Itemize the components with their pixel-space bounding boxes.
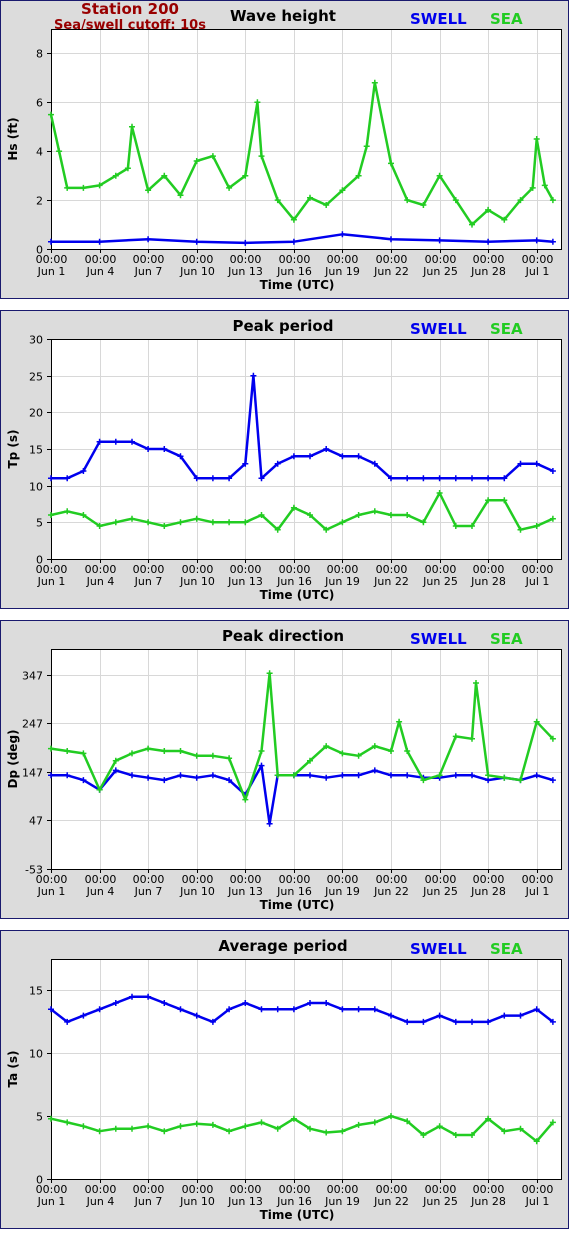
x-tick-date-label: Jun 13 — [227, 1195, 263, 1208]
x-tick-date-label: Jun 1 — [37, 575, 66, 588]
x-tick-date-label: Jun 10 — [179, 885, 215, 898]
average-period-chart: 05101500:00Jun 100:00Jun 400:00Jun 700:0… — [0, 930, 569, 1229]
y-tick-label: 8 — [36, 48, 43, 61]
x-tick-date-label: Jun 25 — [422, 1195, 458, 1208]
x-tick-date-label: Jun 4 — [86, 885, 115, 898]
y-tick-label: 147 — [22, 767, 43, 780]
x-tick-date-label: Jun 4 — [86, 265, 115, 278]
plot-area — [51, 959, 562, 1180]
x-tick-date-label: Jul 1 — [525, 575, 550, 588]
chart-title: Peak direction — [222, 627, 344, 645]
station-label: Station 200 — [81, 0, 179, 18]
y-axis-label: Hs (ft) — [6, 117, 20, 160]
x-tick-date-label: Jun 13 — [227, 885, 263, 898]
y-axis-label: Dp (deg) — [6, 729, 20, 788]
legend-sea: SEA — [490, 320, 523, 338]
y-tick-label: 5 — [36, 1111, 43, 1124]
y-tick-label: 15 — [29, 444, 43, 457]
chart-title: Average period — [218, 937, 347, 955]
x-tick-date-label: Jun 7 — [134, 885, 163, 898]
x-tick-date-label: Jul 1 — [525, 1195, 550, 1208]
x-tick-date-label: Jun 1 — [37, 265, 66, 278]
y-tick-label: 15 — [29, 985, 43, 998]
x-tick-date-label: Jun 25 — [422, 575, 458, 588]
y-tick-label: 25 — [29, 371, 43, 384]
peak-period-panel: 0 5 10 15 20 25 30 00:00 Jun 1 00:00 Jun 4 00:00 Jun… — [0, 310, 570, 610]
chart-title: Wave height — [230, 7, 336, 25]
x-tick-date-label: Jun 28 — [470, 885, 506, 898]
peak-direction-chart: -534714724734700:00Jun 100:00Jun 400:00J… — [0, 620, 569, 919]
x-tick-date-label: Jun 1 — [37, 885, 66, 898]
x-tick-date-label: Jun 4 — [86, 1195, 115, 1208]
legend-sea: SEA — [490, 940, 523, 958]
x-tick-date-label: Jun 28 — [470, 265, 506, 278]
x-tick-date-label: Jun 28 — [470, 575, 506, 588]
plot-area — [51, 29, 562, 250]
x-tick-date-label: Jun 7 — [134, 1195, 163, 1208]
y-tick-label: 5 — [36, 517, 43, 530]
legend-sea: SEA — [490, 630, 523, 648]
x-tick-date-label: Jun 25 — [422, 265, 458, 278]
y-tick-label: 10 — [29, 1048, 43, 1061]
legend-swell: SWELL — [410, 940, 467, 958]
y-tick-label: 2 — [36, 195, 43, 208]
x-axis-label: Time (UTC) — [260, 1208, 335, 1222]
x-tick-date-label: Jun 28 — [470, 1195, 506, 1208]
x-tick-date-label: Jun 16 — [276, 885, 312, 898]
y-tick-label: 30 — [29, 334, 43, 347]
legend-swell: SWELL — [410, 630, 467, 648]
y-tick-label: 47 — [29, 815, 43, 828]
x-tick-date-label: Jun 22 — [373, 885, 409, 898]
x-tick-date-label: Jun 22 — [373, 575, 409, 588]
x-tick-date-label: Jun 19 — [324, 575, 360, 588]
x-tick-date-label: Jun 13 — [227, 575, 263, 588]
legend-sea: SEA — [490, 10, 523, 28]
x-tick-date-label: Jun 16 — [276, 265, 312, 278]
y-tick-label: 4 — [36, 146, 43, 159]
x-tick-date-label: Jun 10 — [179, 265, 215, 278]
x-tick-date-label: Jun 7 — [134, 575, 163, 588]
x-tick-date-label: Jul 1 — [525, 265, 550, 278]
peak-direction-panel: -53 47 147 247 347 00:00 Jun 1 00:00 Jun 4 00:00 J… — [0, 620, 570, 920]
x-tick-date-label: Jun 16 — [276, 575, 312, 588]
x-tick-date-label: Jun 7 — [134, 265, 163, 278]
x-tick-date-label: Jun 19 — [324, 1195, 360, 1208]
peak-period-chart: 05101520253000:00Jun 100:00Jun 400:00Jun… — [0, 310, 569, 609]
y-tick-label: 347 — [22, 670, 43, 683]
legend-swell: SWELL — [410, 320, 467, 338]
x-tick-date-label: Jun 13 — [227, 265, 263, 278]
x-tick-date-label: Jun 22 — [373, 1195, 409, 1208]
x-axis-label: Time (UTC) — [260, 278, 335, 292]
y-tick-label: 247 — [22, 718, 43, 731]
x-axis-label: Time (UTC) — [260, 898, 335, 912]
x-tick-date-label: Jun 4 — [86, 575, 115, 588]
y-axis-label: Tp (s) — [6, 429, 20, 468]
x-tick-date-label: Jun 22 — [373, 265, 409, 278]
legend-swell: SWELL — [410, 10, 467, 28]
x-tick-date-label: Jun 1 — [37, 1195, 66, 1208]
x-axis-label: Time (UTC) — [260, 588, 335, 602]
x-tick-date-label: Jun 16 — [276, 1195, 312, 1208]
wave-height-chart: 0246800:00Jun 100:00Jun 400:00Jun 700:00… — [0, 0, 569, 299]
x-tick-date-label: Jun 19 — [324, 265, 360, 278]
y-tick-label: 20 — [29, 407, 43, 420]
y-tick-label: 10 — [29, 481, 43, 494]
x-tick-date-label: Jun 19 — [324, 885, 360, 898]
x-tick-date-label: Jun 25 — [422, 885, 458, 898]
cutoff-label: Sea/swell cutoff: 10s — [54, 18, 206, 33]
average-period-panel: 0 5 10 15 00:00 Jun 1 00:00 Jun 4 00:00 Jun 7 00:0… — [0, 930, 570, 1230]
y-tick-label: 6 — [36, 97, 43, 110]
y-axis-label: Ta (s) — [6, 1050, 20, 1087]
chart-title: Peak period — [233, 317, 334, 335]
x-tick-date-label: Jul 1 — [525, 885, 550, 898]
wave-height-panel: 0 2 4 6 8 00:00 Jun 1 00:00 Jun 4 00:00 Jun 7 00:00… — [0, 0, 570, 300]
x-tick-date-label: Jun 10 — [179, 575, 215, 588]
x-tick-date-label: Jun 10 — [179, 1195, 215, 1208]
